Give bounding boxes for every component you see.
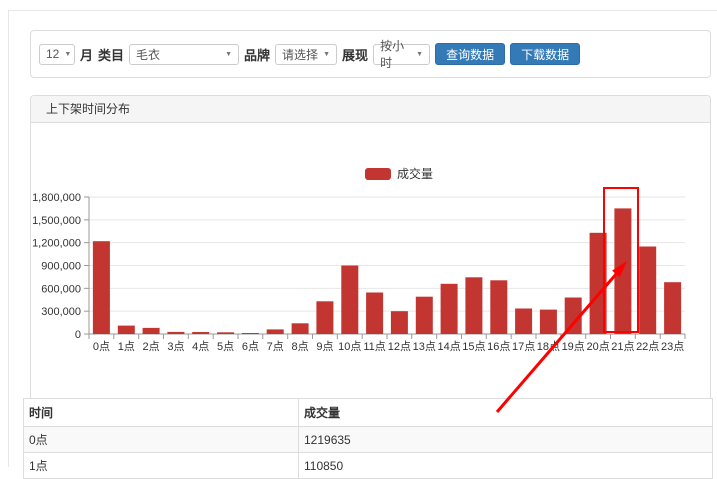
chevron-down-icon: ▼ (64, 51, 71, 58)
category-select-value: 毛衣 (136, 46, 160, 63)
bar-20点[interactable] (590, 233, 607, 334)
panel-title: 上下架时间分布 (31, 96, 710, 123)
x-axis-label: 13点 (413, 340, 436, 353)
x-axis-label: 8点 (292, 340, 309, 353)
bar-9点[interactable] (316, 301, 333, 334)
table-row: 0点1219635 (24, 427, 713, 453)
month-label: 月 (80, 45, 93, 64)
table-header-volume: 成交量 (299, 399, 713, 427)
x-axis-label: 9点 (316, 340, 333, 353)
bar-5点[interactable] (217, 332, 234, 334)
x-axis-label: 21点 (611, 340, 634, 353)
x-axis-label: 0点 (93, 340, 110, 353)
bar-13点[interactable] (416, 297, 433, 334)
bar-7点[interactable] (267, 329, 284, 334)
bar-8点[interactable] (292, 323, 309, 334)
query-data-button[interactable]: 查询数据 (435, 43, 505, 65)
bar-6点[interactable] (242, 333, 259, 334)
table-cell: 1点 (24, 453, 299, 479)
display-mode-select-value: 按小时 (380, 37, 411, 71)
x-axis-label: 14点 (437, 340, 460, 353)
brand-select[interactable]: 请选择 ▼ (275, 44, 337, 65)
bar-19点[interactable] (565, 298, 582, 335)
category-select[interactable]: 毛衣 ▼ (129, 44, 239, 65)
x-axis-label: 6点 (242, 340, 259, 353)
brand-select-value: 请选择 (282, 46, 318, 63)
display-label: 展现 (342, 45, 368, 64)
bar-16点[interactable] (490, 280, 507, 334)
bar-3点[interactable] (167, 332, 184, 334)
table-cell: 1219635 (299, 427, 713, 453)
y-axis-label: 1,800,000 (32, 192, 81, 204)
table-cell: 0点 (24, 427, 299, 453)
x-axis-label: 17点 (512, 340, 535, 353)
x-axis-label: 20点 (586, 340, 609, 353)
table-header-row: 时间 成交量 (24, 399, 713, 427)
legend-swatch (365, 168, 391, 180)
bar-18点[interactable] (540, 310, 557, 334)
x-axis-label: 4点 (192, 340, 209, 353)
brand-label: 品牌 (244, 45, 270, 64)
bar-21点[interactable] (614, 208, 631, 334)
x-axis-label: 23点 (661, 340, 684, 353)
bar-4点[interactable] (192, 332, 209, 334)
page-left-border (8, 10, 9, 467)
x-axis-label: 3点 (167, 340, 184, 353)
x-axis-label: 15点 (462, 340, 485, 353)
x-axis-label: 2点 (143, 340, 160, 353)
y-axis-label: 1,500,000 (32, 215, 81, 227)
x-axis-label: 5点 (217, 340, 234, 353)
bar-1点[interactable] (118, 326, 135, 334)
table-header-time: 时间 (24, 399, 299, 427)
table-cell: 110850 (299, 453, 713, 479)
page-top-border (8, 10, 717, 11)
bar-12点[interactable] (391, 311, 408, 334)
filter-toolbar-panel: 12 ▼ 月 类目 毛衣 ▼ 品牌 请选择 ▼ 展现 按小时 ▼ 查询数据 下载… (30, 30, 711, 78)
table-row: 1点110850 (24, 453, 713, 479)
bar-14点[interactable] (441, 284, 458, 334)
bar-22点[interactable] (639, 247, 656, 335)
page: { "toolbar": { "month_select": { "value"… (0, 0, 717, 467)
chevron-down-icon: ▼ (225, 51, 232, 58)
download-data-button[interactable]: 下载数据 (510, 43, 580, 65)
legend-item[interactable]: 成交量 (365, 166, 433, 181)
y-axis-label: 600,000 (41, 283, 81, 295)
x-axis-label: 10点 (338, 340, 361, 353)
y-axis-label: 300,000 (41, 306, 81, 318)
x-axis-label: 19点 (562, 340, 585, 353)
bar-15点[interactable] (465, 277, 482, 334)
bar-chart[interactable]: 0 300,000 600,000 900,000 1,200,000 1,500,000… (31, 122, 710, 399)
legend-label: 成交量 (397, 166, 433, 181)
category-label: 类目 (98, 45, 124, 64)
bar-17点[interactable] (515, 309, 532, 335)
x-axis-label: 7点 (267, 340, 284, 353)
bar-23点[interactable] (664, 282, 681, 334)
y-axis-label: 1,200,000 (32, 238, 81, 250)
x-axis-label: 16点 (487, 340, 510, 353)
month-select-value: 12 (46, 47, 59, 61)
bar-0点[interactable] (93, 241, 110, 334)
display-mode-select[interactable]: 按小时 ▼ (373, 44, 430, 65)
bar-2点[interactable] (143, 328, 160, 334)
month-select[interactable]: 12 ▼ (39, 44, 75, 65)
x-axis-label: 11点 (363, 340, 385, 353)
chevron-down-icon: ▼ (323, 51, 330, 58)
bar-10点[interactable] (341, 266, 358, 335)
x-axis-label: 12点 (388, 340, 411, 353)
x-axis-label: 22点 (636, 340, 659, 353)
y-axis-label: 0 (75, 329, 81, 341)
x-axis-label: 18点 (537, 340, 560, 353)
x-axis-label: 1点 (118, 340, 135, 353)
bar-11点[interactable] (366, 293, 383, 335)
y-axis-label: 900,000 (41, 261, 81, 273)
chevron-down-icon: ▼ (416, 51, 423, 58)
